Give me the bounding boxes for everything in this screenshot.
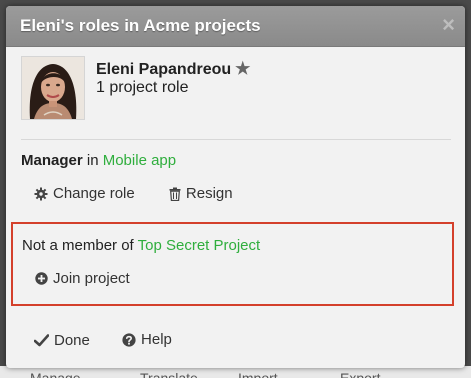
- avatar: [21, 56, 85, 120]
- divider: [21, 139, 451, 140]
- gear-icon: [34, 187, 48, 200]
- role-line: Manager in Mobile app: [21, 152, 176, 169]
- join-project-button[interactable]: Join project: [35, 270, 130, 287]
- role-actions: Change role Resign: [34, 185, 263, 205]
- background-menu-manage: Manage: [30, 370, 81, 378]
- resign-button[interactable]: Resign: [169, 185, 233, 202]
- dialog-title: Eleni's roles in Acme projects: [20, 16, 261, 35]
- trash-icon: [169, 187, 181, 201]
- done-label: Done: [54, 331, 90, 349]
- plus-circle-icon: [35, 272, 48, 285]
- non-member-highlight: Not a member of Top Secret Project Join …: [11, 222, 454, 306]
- role-in-text: in: [86, 152, 99, 169]
- help-button[interactable]: Help: [122, 331, 172, 348]
- role-name: Manager: [21, 152, 83, 169]
- avatar-portrait: [22, 57, 84, 119]
- non-member-line: Not a member of Top Secret Project: [22, 237, 260, 254]
- change-role-label: Change role: [53, 185, 135, 202]
- help-label: Help: [141, 331, 172, 348]
- done-button[interactable]: Done: [34, 332, 90, 349]
- background-menu-export: Export: [340, 370, 381, 378]
- dialog-titlebar: Eleni's roles in Acme projects ×: [6, 6, 465, 47]
- background-menu-import: Import: [238, 370, 278, 378]
- user-name-row: Eleni Papandreou ★: [96, 59, 250, 79]
- non-member-text: Not a member of: [22, 237, 134, 254]
- roles-dialog: Eleni's roles in Acme projects × Eleni P…: [6, 6, 465, 368]
- star-icon[interactable]: ★: [235, 59, 250, 78]
- check-icon: [34, 333, 49, 346]
- roles-count: 1 project role: [96, 79, 189, 96]
- project-link-top-secret[interactable]: Top Secret Project: [138, 237, 261, 254]
- background-menu-translate: Translate: [140, 370, 198, 378]
- dialog-footer: Done Help: [34, 331, 200, 351]
- change-role-button[interactable]: Change role: [34, 185, 135, 202]
- resign-label: Resign: [185, 185, 233, 202]
- close-icon[interactable]: ×: [442, 14, 455, 36]
- user-name: Eleni Papandreou: [96, 61, 232, 78]
- join-project-label: Join project: [53, 270, 130, 287]
- help-icon: [122, 332, 136, 347]
- project-link-mobile-app[interactable]: Mobile app: [103, 152, 176, 169]
